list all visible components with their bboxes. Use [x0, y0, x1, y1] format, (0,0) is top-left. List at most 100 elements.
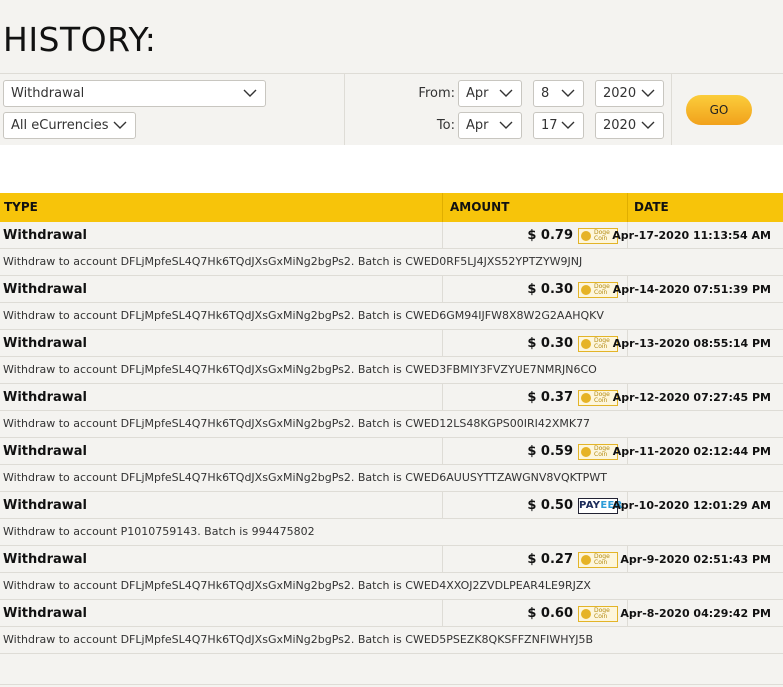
dogecoin-label: Coin [594, 613, 608, 620]
transaction-type: Withdrawal [3, 444, 87, 459]
cell-divider [442, 330, 443, 356]
currency-select-value: All eCurrencies [11, 118, 109, 133]
to-month-value: Apr [466, 118, 489, 133]
column-header-date: DATE [634, 200, 669, 214]
transaction-detail-row: Withdraw to account P1010759143. Batch i… [0, 519, 783, 546]
filter-divider [344, 74, 345, 145]
transaction-description: Withdraw to account P1010759143. Batch i… [3, 525, 315, 538]
cell-divider [442, 222, 443, 248]
transaction-date: Apr-12-2020 07:27:45 PM [612, 391, 771, 404]
transaction-type: Withdrawal [3, 228, 87, 243]
coin-glyph [581, 393, 591, 403]
spacer [0, 145, 783, 193]
dogecoin-label: Coin [594, 559, 608, 566]
dogecoin-icon-text: Doge Coin [594, 608, 610, 620]
coin-glyph [581, 285, 591, 295]
table-header: TYPE AMOUNT DATE [0, 193, 783, 222]
transaction-amount: $ 0.27 [527, 552, 573, 567]
table-row: Withdrawal $ 0.59 Doge Coin Apr-11-2020 02:1… [0, 438, 783, 492]
payeer-icon-text: PAY [579, 500, 601, 511]
chevron-down-icon [243, 89, 257, 97]
dogecoin-label: Coin [594, 451, 608, 458]
table-row: Withdrawal $ 0.79 Doge Coin Apr-17-2020 11:1… [0, 222, 783, 276]
chevron-down-icon [641, 89, 655, 97]
transaction-date: Apr-10-2020 12:01:29 AM [612, 499, 771, 512]
transaction-description: Withdraw to account DFLjMpfeSL4Q7Hk6TQdJ… [3, 363, 597, 376]
dogecoin-label: Coin [594, 235, 608, 242]
table-row: Withdrawal $ 0.30 Doge Coin Apr-14-2020 07:5… [0, 276, 783, 330]
to-day-value: 17 [541, 118, 558, 133]
coin-glyph [581, 555, 591, 565]
transaction-main-row: Withdrawal $ 0.30 Doge Coin Apr-13-2020 08:5… [0, 330, 783, 357]
currency-select[interactable]: All eCurrencies [3, 112, 136, 139]
transaction-amount: $ 0.59 [527, 444, 573, 459]
dogecoin-label: Coin [594, 343, 608, 350]
cell-divider [442, 600, 443, 626]
header-divider [627, 193, 628, 222]
transaction-amount: $ 0.30 [527, 282, 573, 297]
transaction-date: Apr-17-2020 11:13:54 AM [612, 229, 771, 242]
transaction-type: Withdrawal [3, 390, 87, 405]
coin-glyph [581, 231, 591, 241]
transaction-amount: $ 0.30 [527, 336, 573, 351]
from-day-value: 8 [541, 86, 550, 101]
dogecoin-icon-text: Doge Coin [594, 230, 610, 242]
transaction-description: Withdraw to account DFLjMpfeSL4Q7Hk6TQdJ… [3, 471, 607, 484]
to-year-value: 2020 [603, 118, 637, 133]
transaction-description: Withdraw to account DFLjMpfeSL4Q7Hk6TQdJ… [3, 255, 583, 268]
from-year-value: 2020 [603, 86, 637, 101]
table-bottom-border [0, 684, 783, 685]
cell-divider [442, 384, 443, 410]
transaction-description: Withdraw to account DFLjMpfeSL4Q7Hk6TQdJ… [3, 417, 591, 430]
chevron-down-icon [499, 89, 513, 97]
cell-divider [442, 492, 443, 518]
transaction-type: Withdrawal [3, 606, 87, 621]
table-row: Withdrawal $ 0.60 Doge Coin Apr-8-2020 04:29… [0, 600, 783, 654]
table-row: Withdrawal $ 0.27 Doge Coin Apr-9-2020 02:51… [0, 546, 783, 600]
page-title: HISTORY: [3, 20, 157, 59]
cell-divider [442, 276, 443, 302]
transaction-detail-row: Withdraw to account DFLjMpfeSL4Q7Hk6TQdJ… [0, 303, 783, 330]
coin-glyph [581, 447, 591, 457]
transaction-main-row: Withdrawal $ 0.59 Doge Coin Apr-11-2020 02:1… [0, 438, 783, 465]
coin-glyph [581, 609, 591, 619]
column-header-type: TYPE [4, 200, 38, 214]
transaction-detail-row: Withdraw to account DFLjMpfeSL4Q7Hk6TQdJ… [0, 249, 783, 276]
transaction-type: Withdrawal [3, 282, 87, 297]
from-year-select[interactable]: 2020 [595, 80, 664, 107]
transaction-description: Withdraw to account DFLjMpfeSL4Q7Hk6TQdJ… [3, 633, 594, 646]
type-select[interactable]: Withdrawal [3, 80, 266, 107]
from-day-select[interactable]: 8 [533, 80, 584, 107]
to-month-select[interactable]: Apr [458, 112, 522, 139]
go-button[interactable]: GO [686, 95, 752, 125]
transaction-amount: $ 0.60 [527, 606, 573, 621]
to-day-select[interactable]: 17 [533, 112, 584, 139]
transaction-main-row: Withdrawal $ 0.37 Doge Coin Apr-12-2020 07:2… [0, 384, 783, 411]
transaction-date: Apr-11-2020 02:12:44 PM [612, 445, 771, 458]
chevron-down-icon [499, 121, 513, 129]
transaction-main-row: Withdrawal $ 0.27 Doge Coin Apr-9-2020 02:51… [0, 546, 783, 573]
transaction-detail-row: Withdraw to account DFLjMpfeSL4Q7Hk6TQdJ… [0, 573, 783, 600]
transaction-amount: $ 0.79 [527, 228, 573, 243]
chevron-down-icon [641, 121, 655, 129]
transaction-description: Withdraw to account DFLjMpfeSL4Q7Hk6TQdJ… [3, 309, 604, 322]
chevron-down-icon [561, 121, 575, 129]
transaction-main-row: Withdrawal $ 0.60 Doge Coin Apr-8-2020 04:29… [0, 600, 783, 627]
to-year-select[interactable]: 2020 [595, 112, 664, 139]
transaction-date: Apr-14-2020 07:51:39 PM [612, 283, 771, 296]
table-row: Withdrawal $ 0.37 Doge Coin Apr-12-2020 07:2… [0, 384, 783, 438]
to-label: To: [436, 118, 455, 133]
transaction-main-row: Withdrawal $ 0.50 PAYEER Apr-10-2020 12:01:… [0, 492, 783, 519]
from-month-select[interactable]: Apr [458, 80, 522, 107]
dogecoin-icon-text: Doge Coin [594, 392, 610, 404]
cell-divider [442, 546, 443, 572]
transaction-date: Apr-9-2020 02:51:43 PM [620, 553, 771, 566]
from-month-value: Apr [466, 86, 489, 101]
type-select-value: Withdrawal [11, 86, 85, 101]
transaction-date: Apr-13-2020 08:55:14 PM [612, 337, 771, 350]
filter-bar: Withdrawal All eCurrencies From: To: Apr… [0, 73, 783, 145]
cell-divider [442, 438, 443, 464]
dogecoin-icon: Doge Coin [578, 606, 618, 622]
transaction-type: Withdrawal [3, 552, 87, 567]
from-label: From: [418, 86, 455, 101]
